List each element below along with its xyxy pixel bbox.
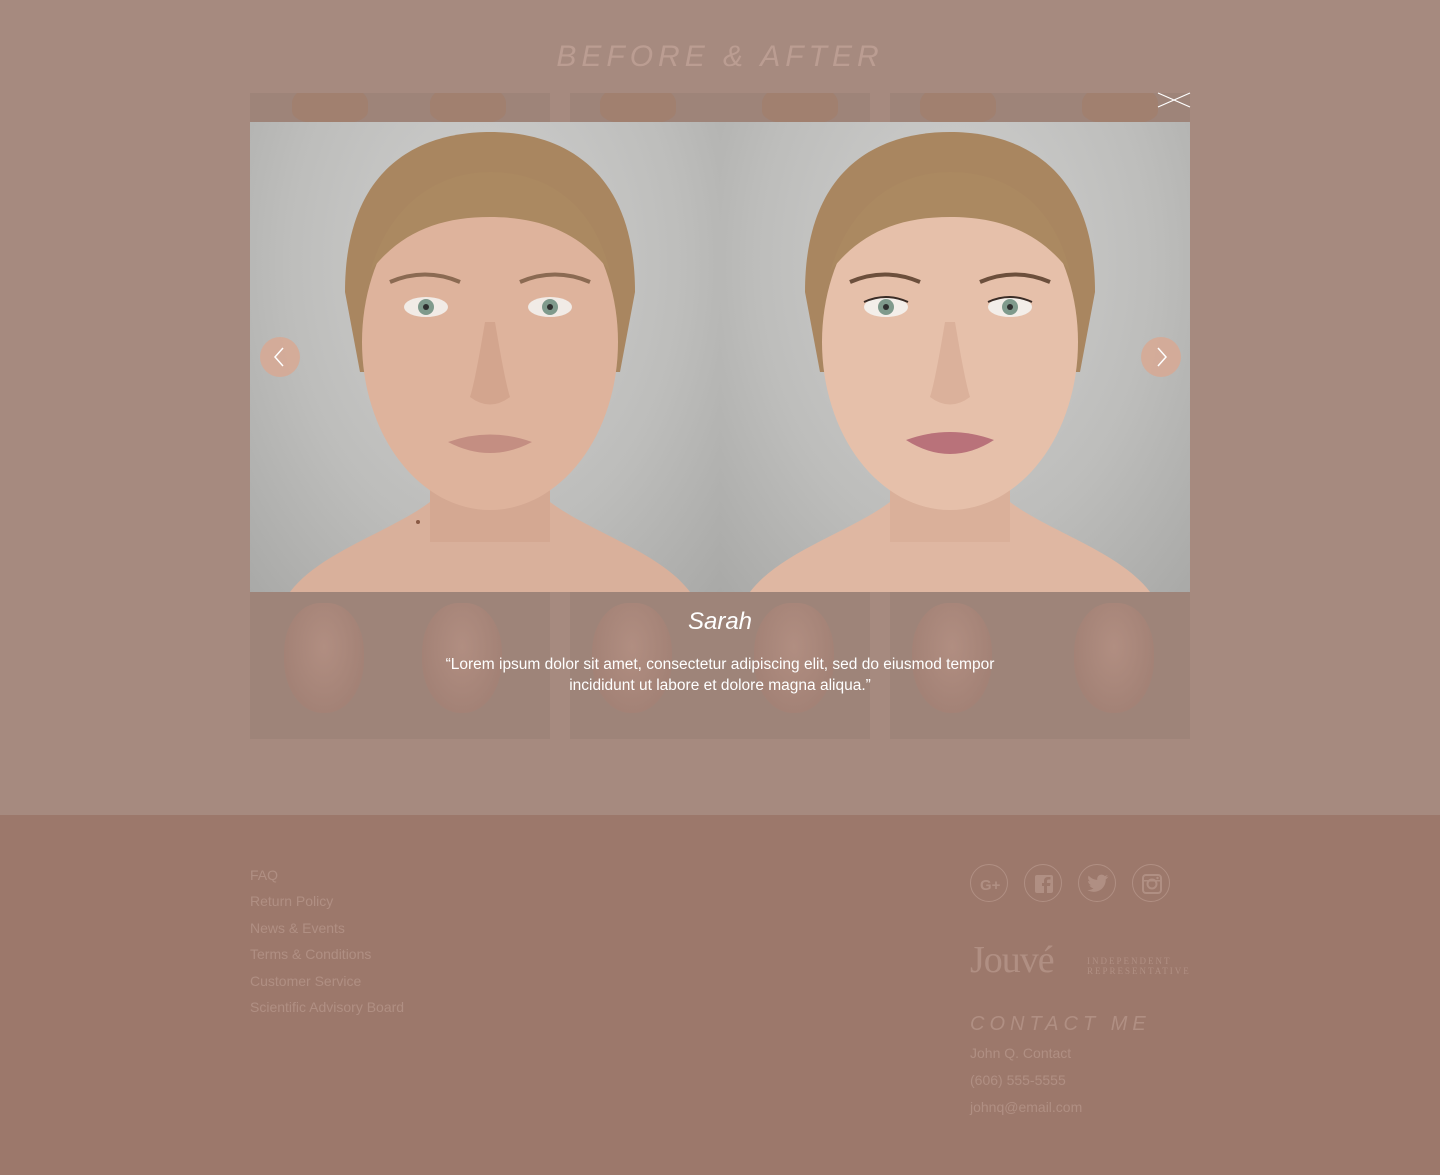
instagram-button[interactable]: [1132, 864, 1170, 902]
contact-name: John Q. Contact: [970, 1045, 1072, 1061]
site-footer: FAQ Return Policy News & Events Terms & …: [0, 815, 1440, 1175]
chevron-right-icon: [1157, 347, 1168, 367]
next-button[interactable]: [1141, 337, 1181, 377]
facebook-button[interactable]: [1024, 864, 1062, 902]
instagram-icon: [1142, 874, 1162, 894]
contact-title: CONTACT ME: [970, 1013, 1151, 1035]
contact-phone[interactable]: (606) 555-5555: [970, 1072, 1066, 1088]
logo-subtitle: Independent Representative: [1087, 956, 1191, 976]
footer-link-news-events[interactable]: News & Events: [250, 918, 404, 944]
footer-link-faq[interactable]: FAQ: [250, 865, 404, 891]
chevron-left-icon: [273, 347, 284, 367]
contact-email[interactable]: johnq@email.com: [970, 1099, 1082, 1115]
google-plus-button[interactable]: G+: [970, 864, 1008, 902]
footer-link-customer-service[interactable]: Customer Service: [250, 971, 404, 997]
footer-link-scientific-advisory-board[interactable]: Scientific Advisory Board: [250, 997, 404, 1023]
jouve-logo[interactable]: Jouvé Independent Representative: [970, 940, 1190, 980]
footer-links: FAQ Return Policy News & Events Terms & …: [250, 865, 404, 1023]
twitter-icon: [1087, 874, 1109, 892]
before-photo: [250, 122, 720, 592]
section-title: BEFORE & AFTER: [556, 40, 884, 73]
google-plus-icon: G+: [980, 877, 1001, 894]
close-icon[interactable]: [1156, 90, 1192, 110]
after-photo: [720, 122, 1190, 592]
before-after-viewer: [250, 122, 1190, 592]
footer-link-return-policy[interactable]: Return Policy: [250, 891, 404, 917]
client-quote: “Lorem ipsum dolor sit amet, consectetur…: [445, 656, 995, 694]
client-name: Sarah: [687, 608, 753, 635]
previous-button[interactable]: [260, 337, 300, 377]
twitter-button[interactable]: [1078, 864, 1116, 902]
footer-link-terms[interactable]: Terms & Conditions: [250, 944, 404, 970]
facebook-icon: [1035, 875, 1053, 893]
logo-wordmark: Jouvé: [970, 939, 1055, 981]
svg-text:G+: G+: [980, 877, 1001, 894]
